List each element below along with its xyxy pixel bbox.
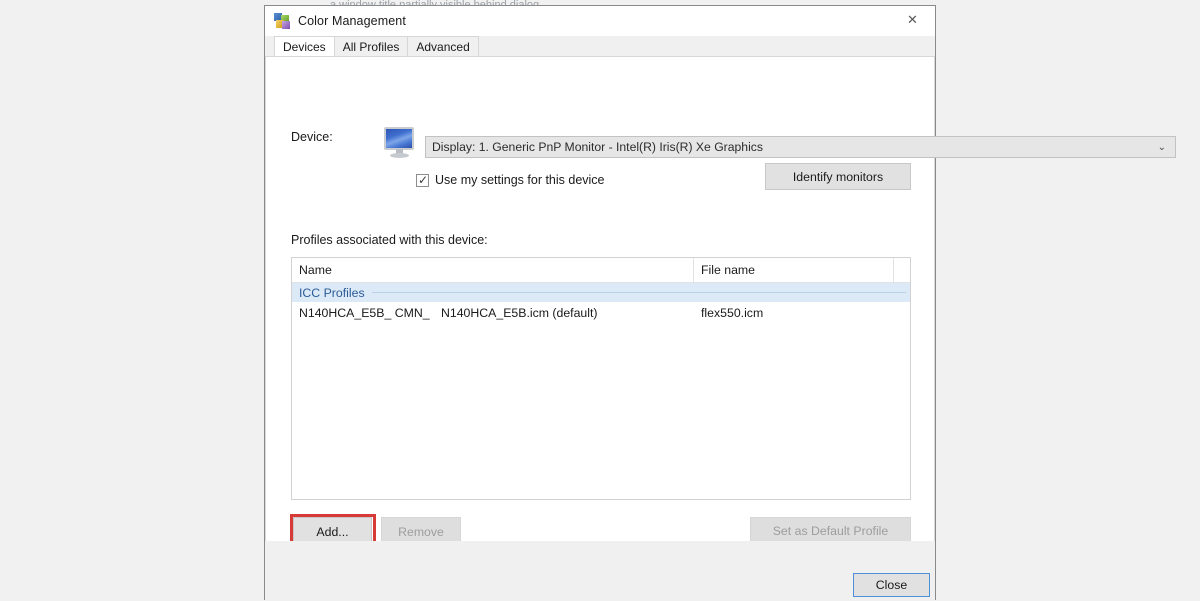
close-button[interactable]: Close bbox=[853, 573, 930, 597]
cell-file-name: flex550.icm bbox=[694, 306, 894, 320]
device-row: Device: bbox=[291, 130, 391, 144]
list-group-header-icc-profiles: ICC Profiles bbox=[292, 283, 910, 302]
identify-monitors-button[interactable]: Identify monitors bbox=[765, 163, 911, 190]
device-select[interactable]: Display: 1. Generic PnP Monitor - Intel(… bbox=[425, 136, 1176, 158]
cell-profile-name-primary: N140HCA_E5B_ CMN_ bbox=[292, 306, 434, 320]
tab-all-profiles[interactable]: All Profiles bbox=[334, 36, 409, 56]
tab-strip: Devices All Profiles Advanced bbox=[265, 36, 935, 57]
device-label: Device: bbox=[291, 130, 391, 144]
profiles-list[interactable]: Name File name ICC Profiles N140HCA_E5B_… bbox=[291, 257, 911, 500]
list-group-rule bbox=[372, 292, 906, 293]
column-header-extra[interactable] bbox=[894, 258, 910, 282]
profiles-caption: Profiles associated with this device: bbox=[291, 233, 488, 247]
tab-devices[interactable]: Devices bbox=[274, 36, 335, 56]
cell-profile-name-secondary: N140HCA_E5B.icm (default) bbox=[434, 306, 694, 320]
use-my-settings-checkbox[interactable]: ✓ Use my settings for this device bbox=[416, 173, 605, 187]
chevron-down-icon: ⌄ bbox=[1158, 142, 1166, 153]
dialog-footer: Close bbox=[265, 541, 935, 601]
devices-tab-panel: Device: Display: 1. Generic PnP Monitor … bbox=[265, 57, 935, 562]
profiles-list-header: Name File name bbox=[292, 258, 910, 283]
set-as-default-profile-button[interactable]: Set as Default Profile bbox=[750, 517, 911, 544]
table-row[interactable]: N140HCA_E5B_ CMN_ N140HCA_E5B.icm (defau… bbox=[292, 302, 910, 323]
column-header-file-name[interactable]: File name bbox=[694, 258, 894, 282]
color-management-icon bbox=[274, 13, 290, 29]
column-header-name[interactable]: Name bbox=[292, 258, 694, 282]
checkbox-box[interactable]: ✓ bbox=[416, 174, 429, 187]
tab-advanced[interactable]: Advanced bbox=[407, 36, 478, 56]
device-select-value: Display: 1. Generic PnP Monitor - Intel(… bbox=[426, 140, 763, 154]
close-icon[interactable]: ✕ bbox=[890, 6, 935, 35]
dialog-titlebar: Color Management ✕ bbox=[265, 6, 935, 36]
use-my-settings-label: Use my settings for this device bbox=[435, 173, 605, 187]
check-icon: ✓ bbox=[418, 172, 428, 188]
color-management-dialog: Color Management ✕ Devices All Profiles … bbox=[264, 5, 936, 600]
dialog-title: Color Management bbox=[298, 14, 406, 28]
monitor-icon bbox=[382, 127, 418, 159]
list-group-label: ICC Profiles bbox=[299, 286, 365, 300]
